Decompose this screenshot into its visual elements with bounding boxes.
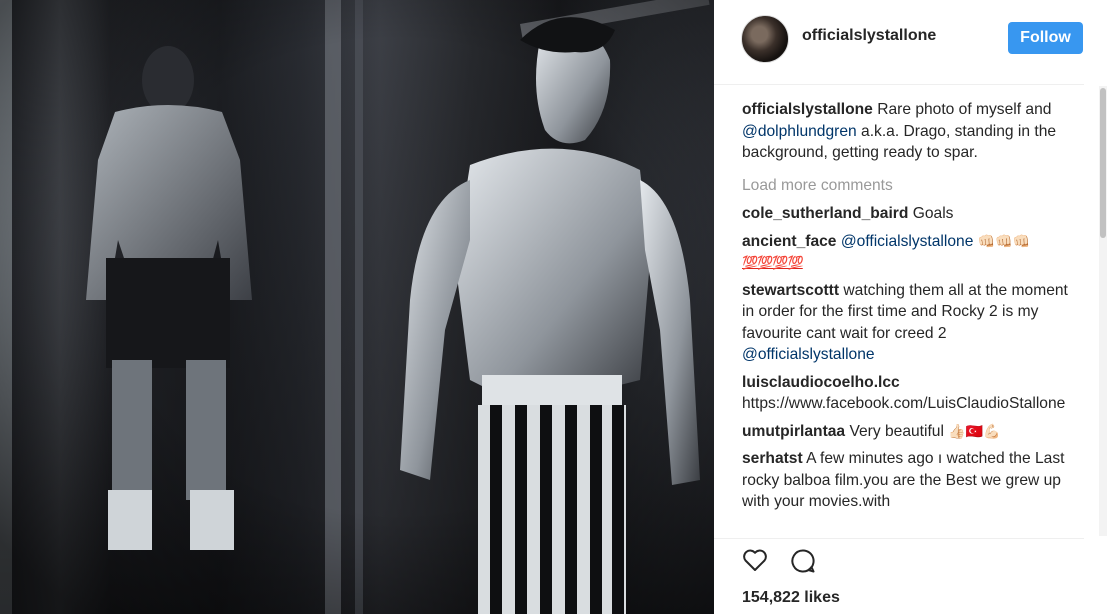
post-photo[interactable]: [0, 0, 714, 614]
post-side-panel: officialslystallone Follow officialslyst…: [714, 0, 1109, 614]
comment-mention[interactable]: @officialslystallone: [841, 233, 974, 250]
comment-item: luisclaudiocoelho.lcc https://www.facebo…: [742, 372, 1068, 415]
comment-username[interactable]: serhatst: [742, 450, 803, 467]
scrollbar-thumb[interactable]: [1100, 88, 1106, 238]
post-header: officialslystallone Follow: [714, 0, 1084, 85]
comment-list: officialslystallone Rare photo of myself…: [742, 99, 1068, 539]
hundred-emoji-icon: 💯💯💯💯: [742, 255, 804, 270]
post-username[interactable]: officialslystallone: [802, 27, 936, 45]
comment-icon[interactable]: [790, 548, 816, 579]
comment-username[interactable]: luisclaudiocoelho.lcc: [742, 374, 900, 391]
comment-username[interactable]: ancient_face: [742, 233, 836, 250]
comment-item: serhatst A few minutes ago ı watched the…: [742, 448, 1068, 513]
load-more-comments-button[interactable]: Load more comments: [742, 175, 1068, 197]
heart-icon[interactable]: [742, 548, 768, 577]
caption-mention[interactable]: @dolphlundgren: [742, 123, 857, 140]
comment-item: umutpirlantaa Very beautiful 👍🏻🇹🇷💪🏻: [742, 421, 1068, 443]
post-caption: officialslystallone Rare photo of myself…: [742, 99, 1068, 164]
comment-mention[interactable]: @officialslystallone: [742, 346, 875, 363]
avatar[interactable]: [741, 15, 789, 63]
comment-item: stewartscottt watching them all at the m…: [742, 280, 1068, 366]
post-actions: 154,822 likes: [714, 538, 1084, 615]
comment-text: https://www.facebook.com/LuisClaudioStal…: [742, 395, 1066, 412]
comments-scrollbar[interactable]: [1099, 86, 1107, 536]
comment-item: cole_sutherland_baird Goals: [742, 203, 1068, 225]
follow-button[interactable]: Follow: [1008, 22, 1083, 54]
caption-username[interactable]: officialslystallone: [742, 101, 873, 118]
photo-scene: [0, 0, 714, 614]
comment-text: Very beautiful: [845, 422, 949, 440]
comment-username[interactable]: cole_sutherland_baird: [742, 205, 908, 222]
comment-item: ancient_face @officialslystallone 👊🏻👊🏻👊🏻…: [742, 231, 1068, 274]
comment-text: Goals: [908, 205, 954, 222]
comment-username[interactable]: umutpirlantaa: [742, 423, 845, 440]
comment-username[interactable]: stewartscottt: [742, 282, 839, 299]
likes-count[interactable]: 154,822 likes: [742, 589, 840, 607]
fist-emoji-icon: 👊🏻👊🏻👊🏻: [977, 232, 1031, 249]
thumbs-flag-muscle-emoji-icon: 👍🏻🇹🇷💪🏻: [948, 422, 1001, 439]
caption-text: Rare photo of myself and: [872, 101, 1052, 118]
